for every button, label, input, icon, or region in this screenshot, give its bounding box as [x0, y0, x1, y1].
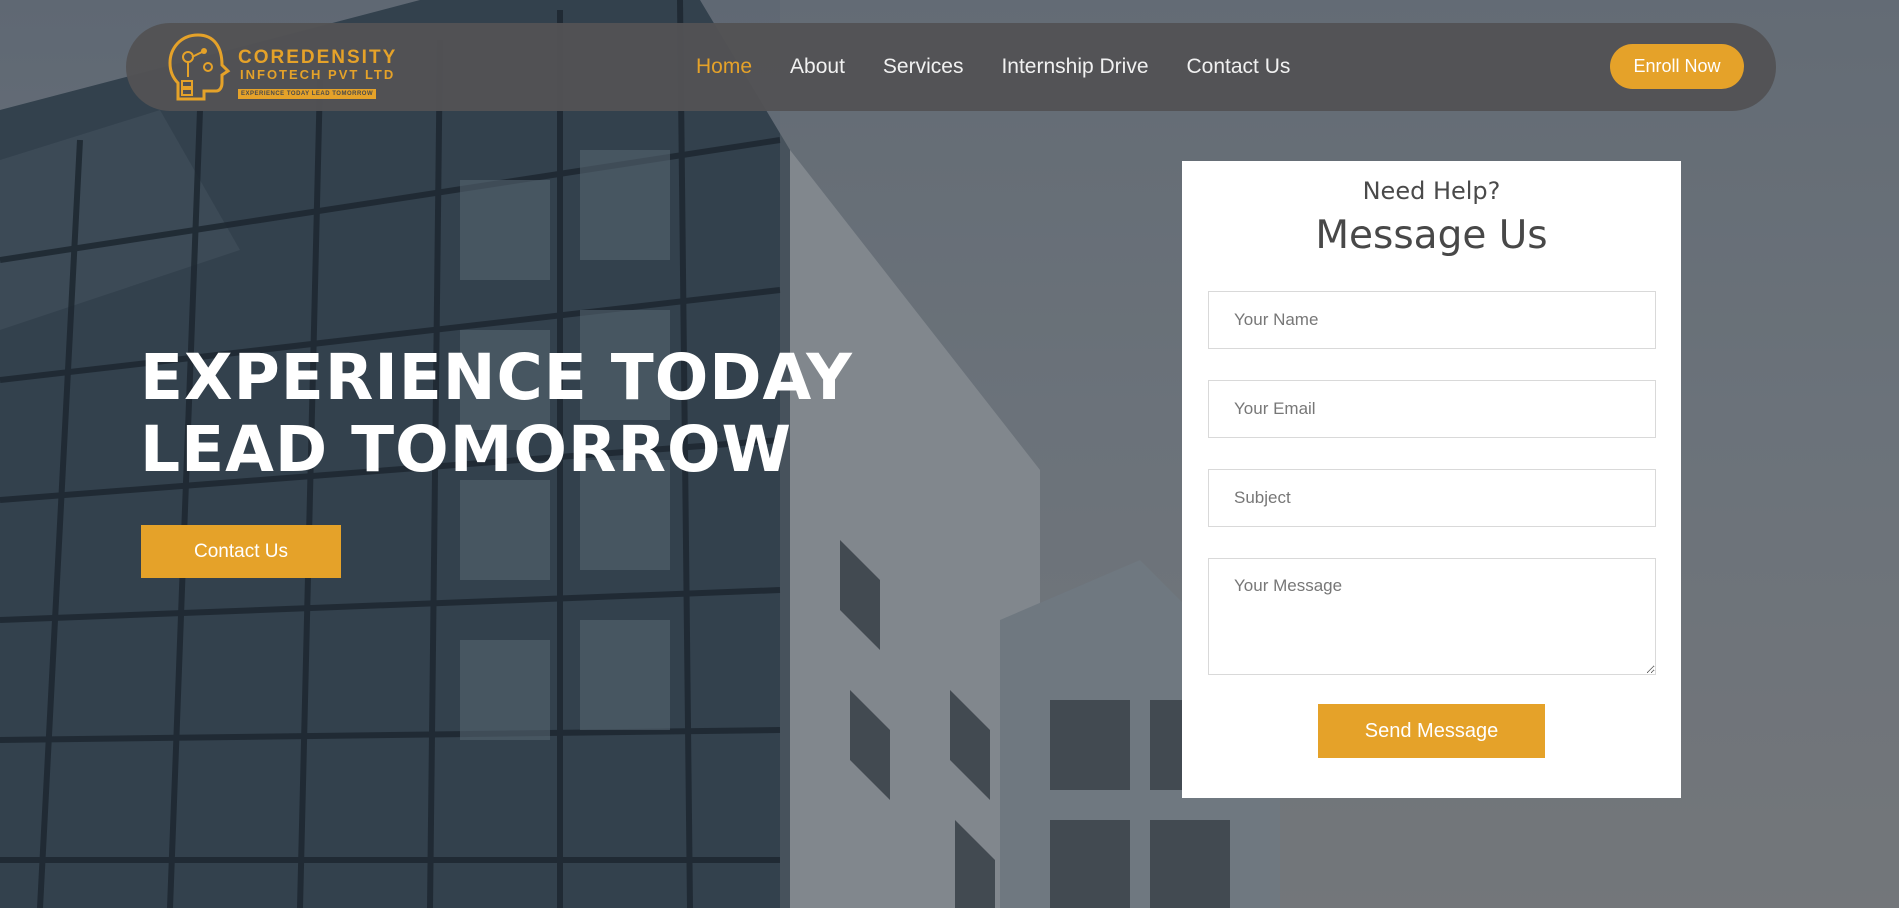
message-textarea[interactable] [1208, 558, 1656, 675]
form-title: Message Us [1315, 213, 1548, 258]
nav-item-internship-drive[interactable]: Internship Drive [1001, 55, 1148, 79]
form-kicker: Need Help? [1362, 177, 1501, 205]
hero-contact-button[interactable]: Contact Us [141, 525, 341, 578]
nav-item-contact-us[interactable]: Contact Us [1187, 55, 1291, 79]
brand-logo[interactable]: COREDENSITY INFOTECH PVT LTD EXPERIENCE … [164, 31, 404, 103]
send-message-button[interactable]: Send Message [1318, 704, 1545, 758]
robot-head-icon [168, 33, 231, 101]
nav-item-services[interactable]: Services [883, 55, 964, 79]
email-input[interactable] [1208, 380, 1656, 438]
nav-item-about[interactable]: About [790, 55, 845, 79]
brand-subname: INFOTECH PVT LTD [240, 67, 396, 82]
brand-wordmark: COREDENSITY INFOTECH PVT LTD EXPERIENCE … [238, 48, 397, 100]
brand-name: COREDENSITY [238, 47, 398, 68]
enroll-now-button[interactable]: Enroll Now [1610, 44, 1744, 89]
message-form-card: Need Help? Message Us Send Message [1182, 161, 1681, 798]
hero-title-line-1: EXPERIENCE TODAY [140, 341, 853, 414]
main-nav: Home About Services Internship Drive Con… [696, 23, 1290, 111]
brand-tagline: EXPERIENCE TODAY LEAD TOMORROW [238, 89, 377, 99]
subject-input[interactable] [1208, 469, 1656, 527]
nav-item-home[interactable]: Home [696, 55, 752, 79]
hero-title-line-2: LEAD TOMORROW [140, 413, 793, 486]
hero-title: EXPERIENCE TODAY LEAD TOMORROW [140, 342, 900, 486]
name-input[interactable] [1208, 291, 1656, 349]
site-header: COREDENSITY INFOTECH PVT LTD EXPERIENCE … [126, 23, 1776, 111]
